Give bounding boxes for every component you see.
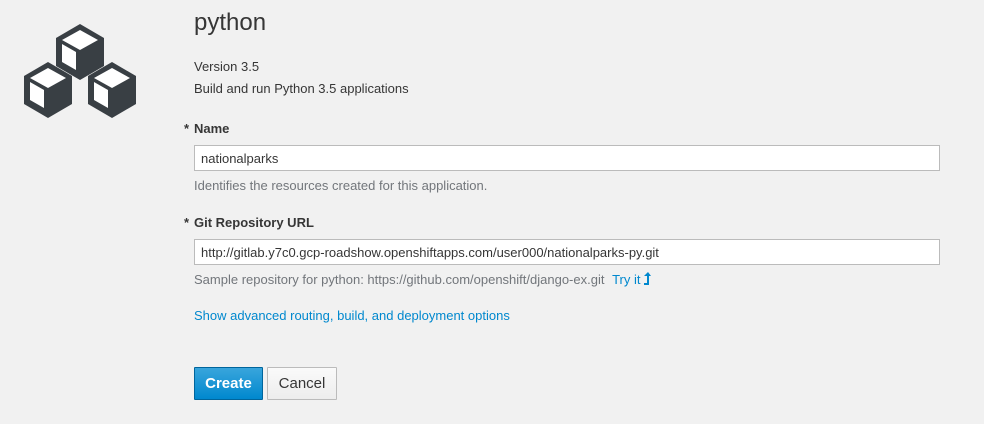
name-help-text: Identifies the resources created for thi… — [194, 178, 488, 193]
name-label-text: Name — [194, 121, 230, 136]
required-marker: * — [184, 215, 190, 230]
cancel-button[interactable]: Cancel — [267, 367, 337, 400]
git-url-input[interactable] — [194, 239, 940, 265]
try-it-link[interactable]: Try it — [612, 272, 652, 287]
level-up-arrow-icon — [644, 272, 652, 285]
try-it-label: Try it — [612, 272, 641, 287]
git-url-label: * Git Repository URL — [184, 214, 314, 232]
git-url-label-text: Git Repository URL — [194, 215, 314, 230]
advanced-options-link[interactable]: Show advanced routing, build, and deploy… — [194, 307, 510, 325]
version-text: Version 3.5 — [194, 59, 260, 74]
create-application-page: python Version 3.5 Build and run Python … — [0, 0, 984, 424]
name-input[interactable] — [194, 145, 940, 171]
description-text: Build and run Python 3.5 applications — [194, 81, 409, 96]
sample-repo-text: Sample repository for python: https://gi… — [194, 272, 605, 287]
create-button[interactable]: Create — [194, 367, 263, 400]
name-label: * Name — [184, 120, 230, 138]
python-cubes-icon — [24, 24, 136, 118]
git-url-help-text: Sample repository for python: https://gi… — [194, 271, 652, 289]
page-title: python — [194, 9, 267, 36]
required-marker: * — [184, 121, 190, 136]
